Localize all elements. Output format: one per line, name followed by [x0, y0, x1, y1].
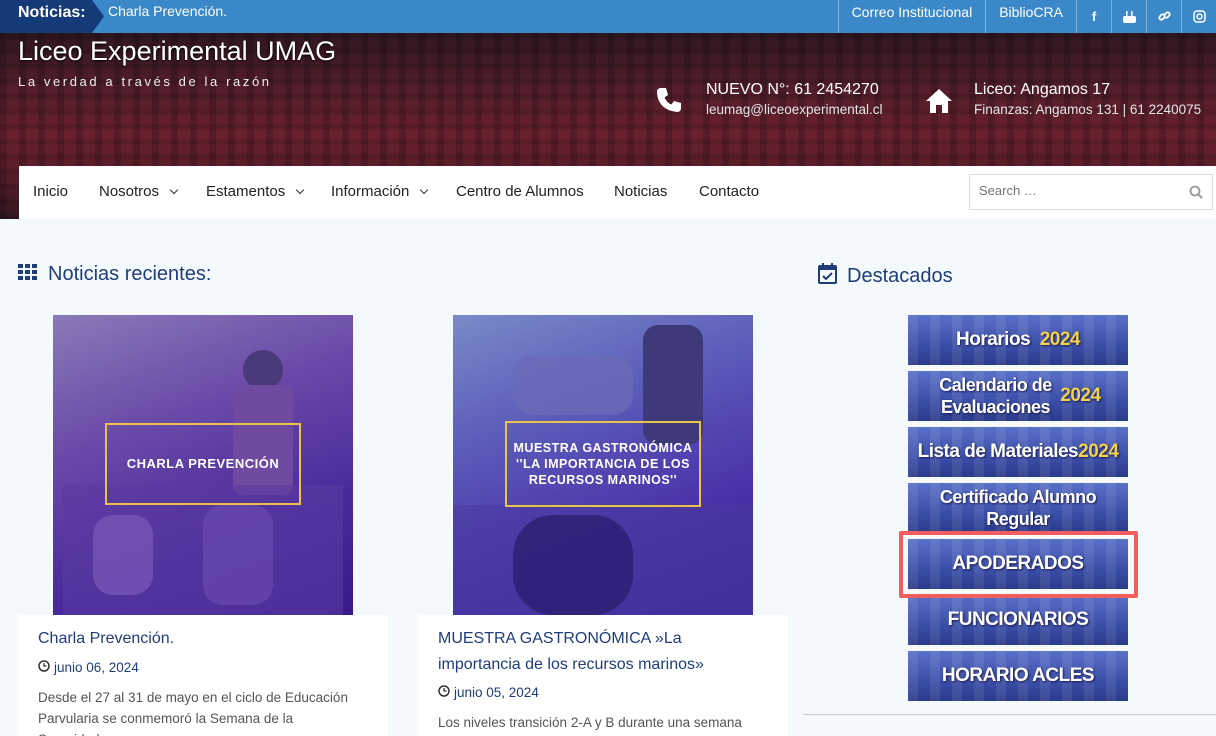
correo-institucional-link[interactable]: Correo Institucional — [837, 0, 986, 33]
lista-materiales-2024-banner[interactable]: Lista de Materiales2024 — [908, 427, 1128, 477]
news-image-1[interactable]: CHARLA PREVENCIÓN — [53, 315, 353, 615]
news-card-2: MUESTRA GASTRONÓMICA »La importancia de … — [418, 615, 788, 736]
news-image-2[interactable]: MUESTRA GASTRONÓMICA ''LA IMPORTANCIA DE… — [453, 315, 753, 615]
grid-icon — [18, 263, 38, 286]
news-overlay-1: CHARLA PREVENCIÓN — [105, 423, 301, 505]
horario-acles-banner[interactable]: HORARIO ACLES — [908, 651, 1128, 701]
highlight-box — [899, 531, 1138, 598]
instagram-icon[interactable] — [1181, 0, 1216, 33]
chevron-down-icon — [169, 185, 179, 195]
phone-icon — [655, 86, 683, 119]
news-title-1[interactable]: Charla Prevención. — [38, 626, 174, 652]
top-bar: Noticias: Charla Prevención. Correo Inst… — [0, 0, 1216, 33]
search-box — [969, 174, 1213, 210]
chevron-down-icon — [295, 185, 305, 195]
clock-icon — [438, 685, 450, 700]
news-date-1: junio 06, 2024 — [38, 660, 139, 675]
phone-number: NUEVO N°: 61 2454270 — [706, 81, 879, 98]
news-card-1: Charla Prevención. junio 06, 2024 Desde … — [18, 615, 388, 736]
sidebar-divider — [803, 714, 1216, 715]
nav-noticias[interactable]: Noticias — [614, 166, 667, 218]
chevron-down-icon — [420, 185, 429, 195]
news-date-2: junio 05, 2024 — [438, 685, 539, 700]
bibliocra-link[interactable]: BiblioCRA — [985, 0, 1076, 33]
site-tagline: La verdad a través de la razón — [18, 74, 272, 89]
facebook-icon[interactable]: f — [1076, 0, 1111, 33]
home-icon — [924, 87, 954, 120]
news-ticker-link[interactable]: Charla Prevención. — [108, 0, 227, 23]
news-ticker-label: Noticias: — [0, 0, 104, 33]
search-icon[interactable] — [1189, 185, 1203, 204]
funcionarios-banner[interactable]: FUNCIONARIOS — [908, 595, 1128, 645]
recent-news-heading: Noticias recientes: — [18, 263, 211, 286]
news-excerpt-2: Los niveles transición 2-A y B durante u… — [438, 715, 742, 730]
main-nav: Inicio Nosotros Estamentos Información C… — [19, 166, 1216, 219]
news-excerpt-1: Desde el 27 al 31 de mayo en el ciclo de… — [38, 690, 348, 736]
site-title[interactable]: Liceo Experimental UMAG — [18, 36, 336, 67]
calendario-evaluaciones-2024-banner[interactable]: Calendario de Evaluaciones 2024 — [908, 371, 1128, 421]
featured-heading: Destacados — [818, 263, 953, 290]
search-input[interactable] — [979, 183, 1179, 198]
nav-inicio[interactable]: Inicio — [33, 166, 68, 218]
news-title-2[interactable]: MUESTRA GASTRONÓMICA »La importancia de … — [438, 626, 768, 678]
link-icon[interactable] — [1146, 0, 1181, 33]
contact-email[interactable]: leumag@liceoexperimental.cl — [706, 102, 883, 117]
youtube-icon[interactable] — [1111, 0, 1146, 33]
nav-informacion[interactable]: Información — [331, 166, 429, 218]
nav-nosotros[interactable]: Nosotros — [99, 166, 179, 218]
horarios-2024-banner[interactable]: Horarios 2024 — [908, 315, 1128, 365]
nav-centro-de-alumnos[interactable]: Centro de Alumnos — [456, 166, 584, 218]
clock-icon — [38, 660, 50, 675]
nav-estamentos[interactable]: Estamentos — [206, 166, 305, 218]
news-overlay-2: MUESTRA GASTRONÓMICA ''LA IMPORTANCIA DE… — [505, 421, 701, 507]
school-address: Liceo: Angamos 17 — [974, 81, 1111, 98]
nav-contacto[interactable]: Contacto — [699, 166, 759, 218]
calendar-icon — [818, 263, 837, 290]
finance-address: Finanzas: Angamos 131 | 61 2240075 — [974, 102, 1202, 117]
certificado-alumno-regular-banner[interactable]: Certificado Alumno Regular — [908, 483, 1128, 533]
